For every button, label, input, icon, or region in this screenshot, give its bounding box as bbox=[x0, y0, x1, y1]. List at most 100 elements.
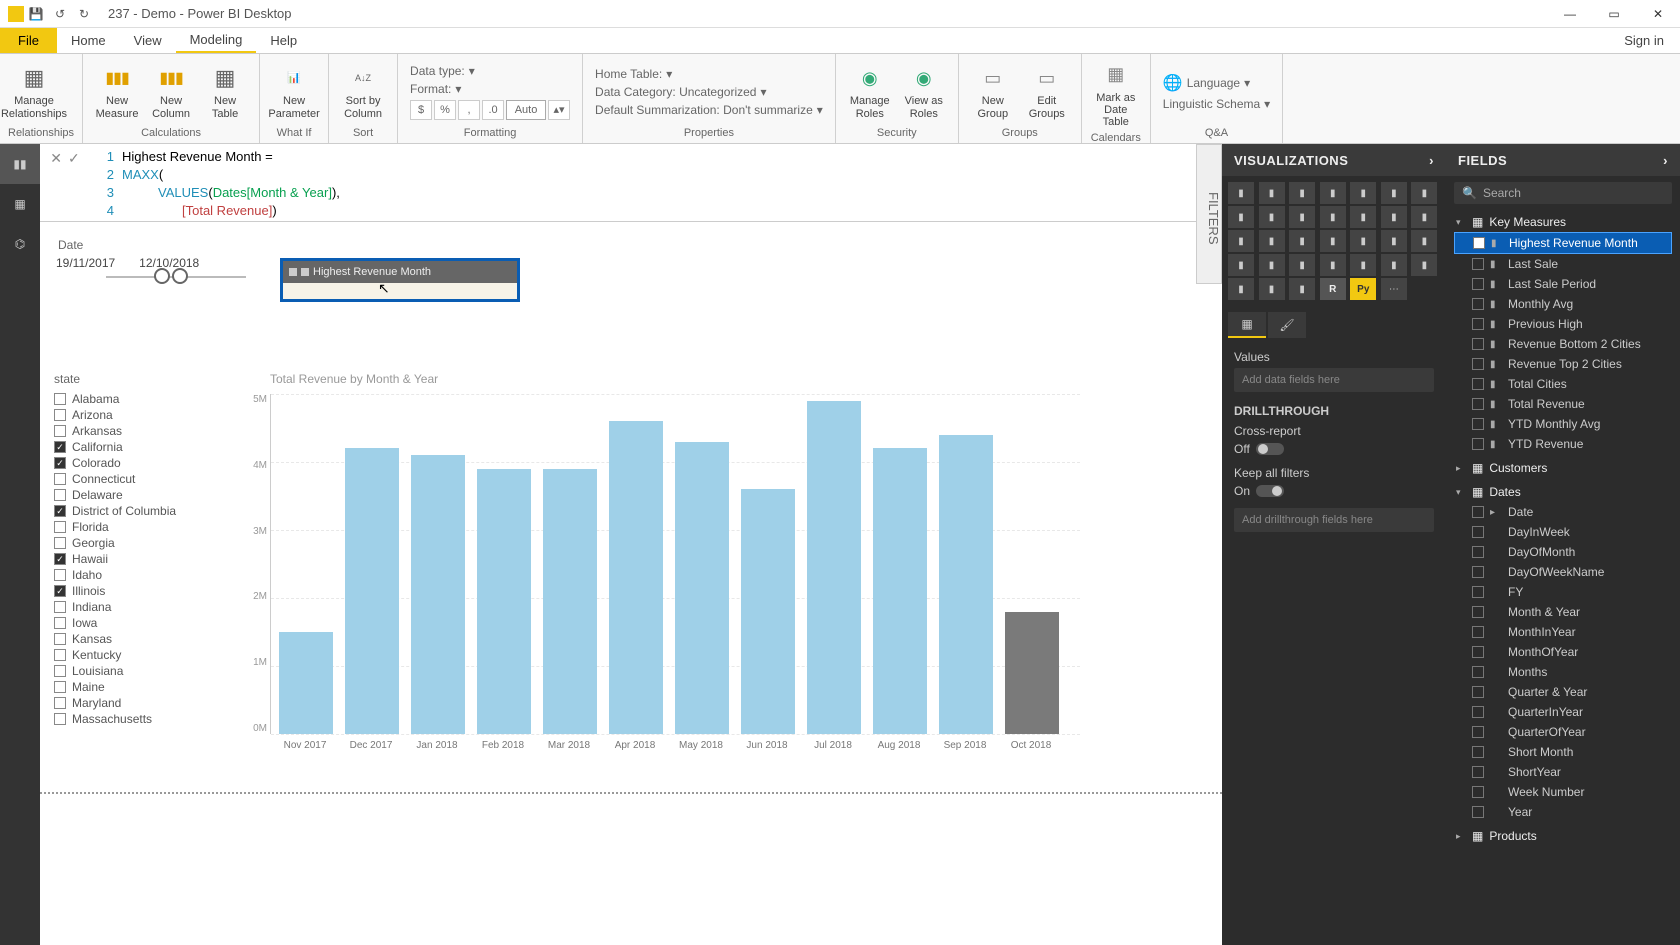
format-tab-icon[interactable]: 🖌 bbox=[1268, 312, 1306, 338]
chart-bar[interactable] bbox=[675, 442, 729, 734]
field-checkbox[interactable] bbox=[1472, 806, 1484, 818]
viz-type-icon[interactable]: ▮ bbox=[1289, 254, 1315, 276]
auto-decimals[interactable]: Auto bbox=[506, 100, 546, 120]
viz-type-icon[interactable]: Py bbox=[1350, 278, 1376, 300]
checkbox[interactable] bbox=[54, 537, 66, 549]
state-item[interactable]: Kentucky bbox=[54, 648, 244, 662]
field-checkbox[interactable] bbox=[1472, 418, 1484, 430]
viz-type-icon[interactable]: ▮ bbox=[1289, 230, 1315, 252]
viz-type-icon[interactable]: ▮ bbox=[1259, 230, 1285, 252]
slider-handle-end[interactable] bbox=[172, 268, 188, 284]
state-item[interactable]: Delaware bbox=[54, 488, 244, 502]
viz-type-icon[interactable]: ▮ bbox=[1350, 254, 1376, 276]
checkbox[interactable] bbox=[54, 521, 66, 533]
viz-type-icon[interactable]: ▮ bbox=[1320, 230, 1346, 252]
chart-bar[interactable] bbox=[1005, 612, 1059, 734]
drillthrough-well[interactable]: Add drillthrough fields here bbox=[1234, 508, 1434, 532]
field-checkbox[interactable] bbox=[1472, 586, 1484, 598]
viz-type-icon[interactable]: ▮ bbox=[1350, 182, 1376, 204]
checkbox[interactable] bbox=[54, 601, 66, 613]
field-table-header[interactable]: ▾▦Key Measures bbox=[1454, 212, 1672, 232]
state-item[interactable]: Florida bbox=[54, 520, 244, 534]
format-dropdown[interactable]: ▾ bbox=[455, 82, 461, 96]
viz-type-icon[interactable]: ▮ bbox=[1259, 206, 1285, 228]
viz-type-icon[interactable]: ▮ bbox=[1289, 182, 1315, 204]
field-item[interactable]: Short Month bbox=[1454, 742, 1672, 762]
menu-help[interactable]: Help bbox=[256, 28, 311, 53]
field-checkbox[interactable] bbox=[1472, 338, 1484, 350]
field-item[interactable]: ▮Revenue Bottom 2 Cities bbox=[1454, 334, 1672, 354]
chart-bar[interactable] bbox=[543, 469, 597, 734]
state-item[interactable]: Iowa bbox=[54, 616, 244, 630]
checkbox[interactable] bbox=[54, 409, 66, 421]
viz-type-icon[interactable]: ▮ bbox=[1289, 278, 1315, 300]
field-item[interactable]: Quarter & Year bbox=[1454, 682, 1672, 702]
state-item[interactable]: Maryland bbox=[54, 696, 244, 710]
state-item[interactable]: Idaho bbox=[54, 568, 244, 582]
viz-type-icon[interactable]: R bbox=[1320, 278, 1346, 300]
viz-type-icon[interactable]: ▮ bbox=[1381, 182, 1407, 204]
percent-button[interactable]: % bbox=[434, 100, 456, 120]
field-item[interactable]: DayOfWeekName bbox=[1454, 562, 1672, 582]
field-item[interactable]: ▮Monthly Avg bbox=[1454, 294, 1672, 314]
viz-type-icon[interactable]: ▮ bbox=[1350, 206, 1376, 228]
field-checkbox[interactable] bbox=[1472, 706, 1484, 718]
state-slicer[interactable]: state AlabamaArizonaArkansas✓California✓… bbox=[54, 372, 244, 726]
viz-type-icon[interactable]: ▮ bbox=[1259, 254, 1285, 276]
field-checkbox[interactable] bbox=[1472, 726, 1484, 738]
date-end[interactable]: 12/10/2018 bbox=[139, 256, 199, 270]
state-item[interactable]: Maine bbox=[54, 680, 244, 694]
viz-type-icon[interactable]: ▮ bbox=[1228, 278, 1254, 300]
cross-report-toggle[interactable] bbox=[1256, 443, 1284, 455]
state-item[interactable]: Indiana bbox=[54, 600, 244, 614]
language-dropdown[interactable]: Language bbox=[1187, 76, 1240, 90]
field-checkbox[interactable] bbox=[1472, 566, 1484, 578]
slider-handle-start[interactable] bbox=[154, 268, 170, 284]
close-button[interactable]: ✕ bbox=[1636, 0, 1680, 28]
state-item[interactable]: Arizona bbox=[54, 408, 244, 422]
viz-type-icon[interactable]: ▮ bbox=[1381, 230, 1407, 252]
field-checkbox[interactable] bbox=[1472, 626, 1484, 638]
field-item[interactable]: ▸Date bbox=[1454, 502, 1672, 522]
field-item[interactable]: MonthOfYear bbox=[1454, 642, 1672, 662]
manage-roles-button[interactable]: Manage Roles bbox=[844, 61, 896, 121]
checkbox[interactable] bbox=[54, 697, 66, 709]
card-visual-header[interactable]: Highest Revenue Month bbox=[283, 261, 517, 283]
bar-chart-visual[interactable]: Total Revenue by Month & Year 5M4M3M2M1M… bbox=[270, 372, 1080, 752]
field-checkbox[interactable] bbox=[1472, 686, 1484, 698]
field-checkbox[interactable] bbox=[1472, 786, 1484, 798]
checkbox[interactable] bbox=[54, 617, 66, 629]
field-item[interactable]: ▮Total Revenue bbox=[1454, 394, 1672, 414]
field-checkbox[interactable] bbox=[1472, 378, 1484, 390]
currency-button[interactable]: $ bbox=[410, 100, 432, 120]
viz-type-icon[interactable]: ▮ bbox=[1411, 182, 1437, 204]
fields-tab-icon[interactable]: ▦ bbox=[1228, 312, 1266, 338]
viz-type-icon[interactable]: ▮ bbox=[1259, 182, 1285, 204]
viz-type-icon[interactable]: ▮ bbox=[1289, 206, 1315, 228]
viz-type-icon[interactable]: ▮ bbox=[1320, 182, 1346, 204]
field-checkbox[interactable] bbox=[1472, 318, 1484, 330]
formula-cancel-icon[interactable]: ✕ bbox=[50, 150, 62, 167]
filters-panel-collapsed[interactable]: FILTERS bbox=[1196, 144, 1222, 284]
viz-type-icon[interactable]: ▮ bbox=[1381, 206, 1407, 228]
datatype-dropdown[interactable]: ▾ bbox=[469, 64, 475, 78]
field-item[interactable]: Months bbox=[1454, 662, 1672, 682]
field-table-header[interactable]: ▸▦Customers bbox=[1454, 458, 1672, 478]
state-item[interactable]: Alabama bbox=[54, 392, 244, 406]
date-slider[interactable] bbox=[106, 276, 246, 278]
checkbox[interactable] bbox=[54, 713, 66, 725]
save-icon[interactable]: 💾 bbox=[24, 2, 48, 26]
field-item[interactable]: QuarterOfYear bbox=[1454, 722, 1672, 742]
view-as-roles-button[interactable]: View as Roles bbox=[898, 61, 950, 121]
data-view-icon[interactable]: ▦ bbox=[0, 184, 40, 224]
field-item[interactable]: ShortYear bbox=[1454, 762, 1672, 782]
chart-bar[interactable] bbox=[279, 632, 333, 734]
field-item[interactable]: Month & Year bbox=[1454, 602, 1672, 622]
model-view-icon[interactable]: ⌬ bbox=[0, 224, 40, 264]
field-item[interactable]: DayInWeek bbox=[1454, 522, 1672, 542]
state-item[interactable]: ✓District of Columbia bbox=[54, 504, 244, 518]
chart-bar[interactable] bbox=[939, 435, 993, 734]
new-column-button[interactable]: New Column bbox=[145, 61, 197, 121]
field-checkbox[interactable] bbox=[1472, 278, 1484, 290]
checkbox[interactable] bbox=[54, 665, 66, 677]
